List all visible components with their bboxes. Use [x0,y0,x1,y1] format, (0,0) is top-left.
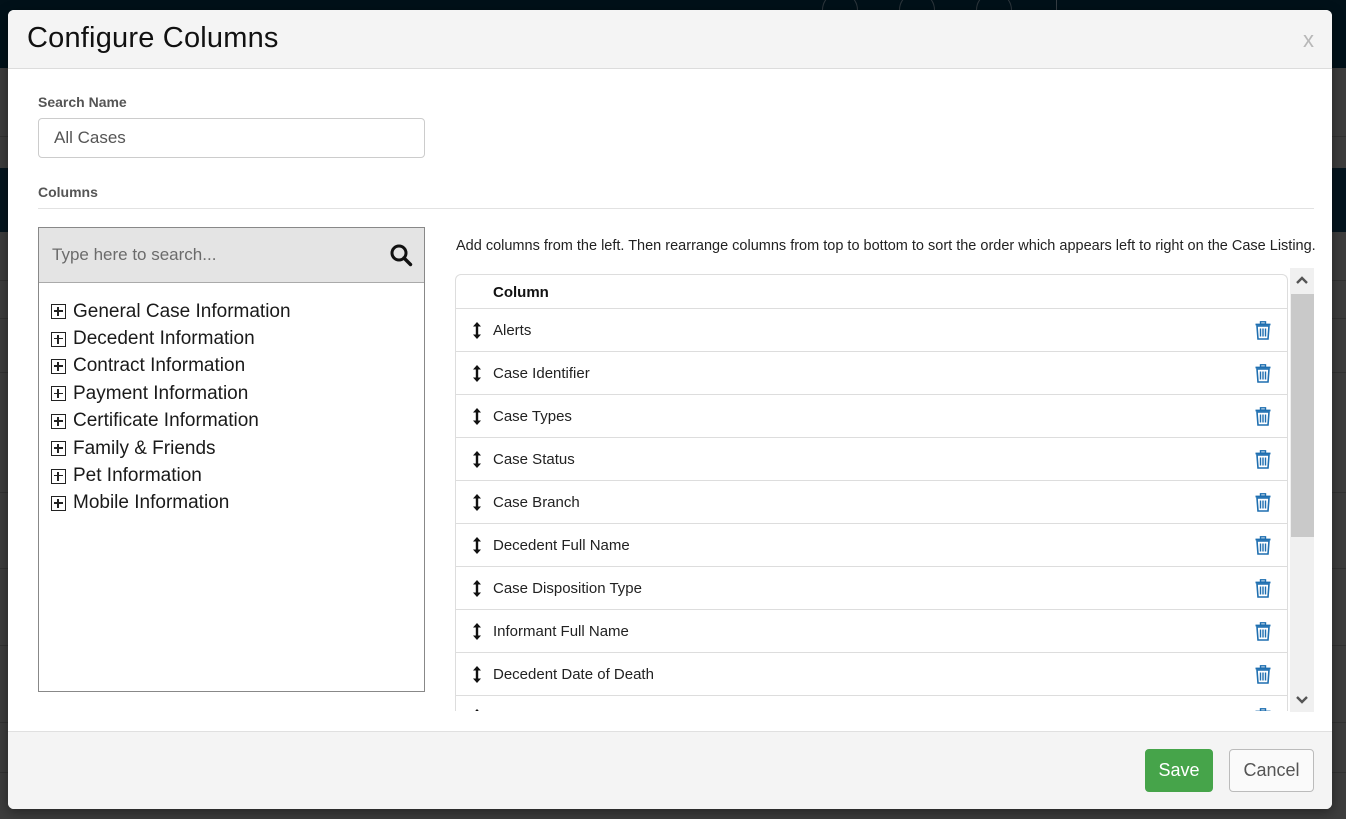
plus-square-icon[interactable] [51,495,66,511]
tree-search-bar [39,228,424,283]
close-button[interactable]: x [1303,27,1314,53]
tree-group-certificate-information[interactable]: Certificate Information [51,408,424,435]
trash-icon[interactable] [1255,536,1271,555]
column-name: Decedent Date of Death [493,666,654,683]
column-name: Informant Full Name [493,623,629,640]
save-button[interactable]: Save [1145,749,1213,792]
scroll-up-arrow-icon[interactable] [1290,268,1314,292]
column-row[interactable]: Case Origin [456,696,1287,711]
tree-group-decedent-information[interactable]: Decedent Information [51,325,424,352]
modal-header: Configure Columns x [8,10,1332,69]
tree-group-label: General Case Information [73,300,291,322]
plus-square-icon[interactable] [51,386,66,402]
selected-columns-list: Alerts Case Identifier Case Types Case Stat… [456,309,1287,711]
modal-footer: Save Cancel [8,731,1332,809]
column-row[interactable]: Case Status [456,438,1287,481]
column-header-label: Column [493,284,549,301]
trash-icon[interactable] [1255,493,1271,512]
instructions-text: Add columns from the left. Then rearrang… [456,238,1316,254]
columns-section-label: Columns [38,184,98,200]
column-row[interactable]: Case Types [456,395,1287,438]
scrollbar-thumb[interactable] [1291,294,1314,537]
plus-square-icon[interactable] [51,468,66,484]
tree-group-label: Family & Friends [73,437,216,459]
tree-group-pet-information[interactable]: Pet Information [51,462,424,489]
drag-vertical-icon[interactable] [472,451,482,468]
search-name-input[interactable] [38,118,425,158]
tree-group-label: Pet Information [73,465,202,487]
modal-title: Configure Columns [27,22,279,54]
drag-vertical-icon[interactable] [472,494,482,511]
search-icon[interactable] [389,243,413,267]
column-name: Case Identifier [493,365,590,382]
configure-columns-modal: Configure Columns x Search Name Columns … [8,10,1332,809]
trash-icon[interactable] [1255,321,1271,340]
section-divider [38,208,1314,209]
tree-group-label: Payment Information [73,382,249,404]
column-row[interactable]: Decedent Date of Death [456,653,1287,696]
column-name: Alerts [493,322,532,339]
plus-square-icon[interactable] [51,358,66,374]
column-name: Case Status [493,451,575,468]
column-name: Case Types [493,408,572,425]
column-name: Case Origin [493,709,572,711]
cancel-button[interactable]: Cancel [1229,749,1314,792]
column-group-list: General Case Information Decedent Inform… [39,283,424,517]
column-row[interactable]: Alerts [456,309,1287,352]
column-row[interactable]: Case Branch [456,481,1287,524]
plus-square-icon[interactable] [51,413,66,429]
column-row[interactable]: Informant Full Name [456,610,1287,653]
trash-icon[interactable] [1255,450,1271,469]
trash-icon[interactable] [1255,364,1271,383]
drag-vertical-icon[interactable] [472,666,482,683]
search-name-label: Search Name [38,94,127,110]
selected-columns-table: Column Alerts Case Identifier Case Types Ca… [455,274,1288,711]
drag-vertical-icon[interactable] [472,365,482,382]
tree-group-contract-information[interactable]: Contract Information [51,353,424,380]
tree-group-payment-information[interactable]: Payment Information [51,380,424,407]
tree-group-label: Decedent Information [73,328,255,350]
drag-vertical-icon[interactable] [472,408,482,425]
column-row[interactable]: Case Identifier [456,352,1287,395]
column-search-input[interactable] [39,228,379,282]
drag-vertical-icon[interactable] [472,322,482,339]
tree-group-label: Mobile Information [73,492,230,514]
table-header: Column [456,275,1287,309]
tree-group-mobile-information[interactable]: Mobile Information [51,490,424,517]
tree-group-family-friends[interactable]: Family & Friends [51,435,424,462]
drag-vertical-icon[interactable] [472,537,482,554]
available-columns-panel: General Case Information Decedent Inform… [38,227,425,692]
trash-icon[interactable] [1255,407,1271,426]
columns-scrollbar[interactable] [1290,268,1314,712]
trash-icon[interactable] [1255,622,1271,641]
scroll-down-arrow-icon[interactable] [1290,688,1314,712]
trash-icon[interactable] [1255,708,1271,711]
trash-icon[interactable] [1255,665,1271,684]
column-row[interactable]: Case Disposition Type [456,567,1287,610]
column-row[interactable]: Decedent Full Name [456,524,1287,567]
drag-vertical-icon[interactable] [472,623,482,640]
tree-group-label: Contract Information [73,355,246,377]
drag-vertical-icon[interactable] [472,709,482,711]
plus-square-icon[interactable] [51,441,66,457]
tree-group-label: Certificate Information [73,410,259,432]
plus-square-icon[interactable] [51,331,66,347]
plus-square-icon[interactable] [51,304,66,320]
column-name: Case Branch [493,494,580,511]
modal-body: Search Name Columns General Case Informa… [8,69,1332,731]
column-name: Case Disposition Type [493,580,642,597]
drag-vertical-icon[interactable] [472,580,482,597]
trash-icon[interactable] [1255,579,1271,598]
tree-group-general-case-information[interactable]: General Case Information [51,298,424,325]
column-name: Decedent Full Name [493,537,630,554]
